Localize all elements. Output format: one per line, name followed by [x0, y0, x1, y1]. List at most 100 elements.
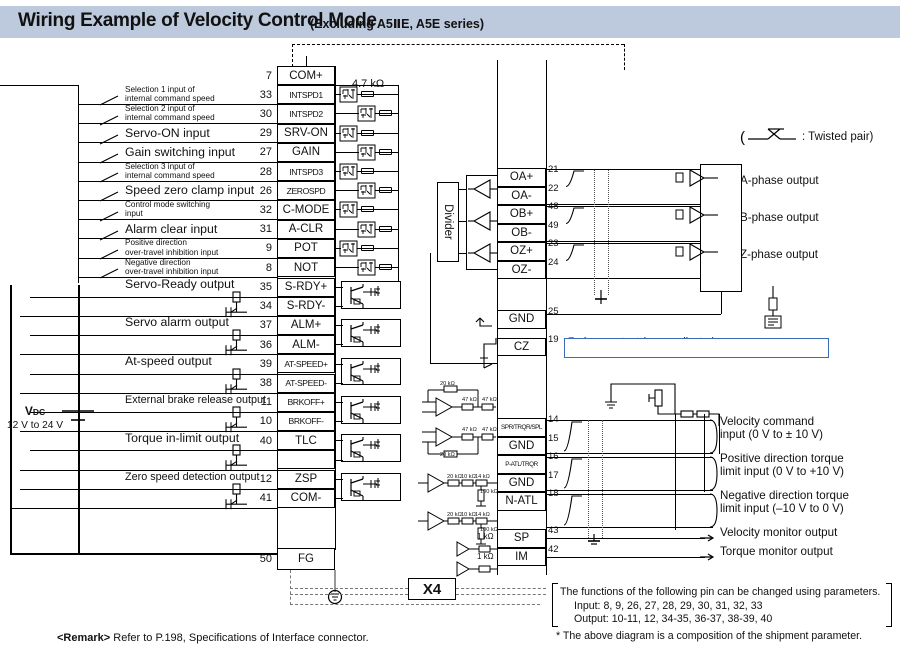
input-pin-not: NOT	[277, 258, 335, 278]
resistor-20k-label-a: 20 kΩ	[440, 381, 455, 387]
parameter-note-box: The functions of the following pin can b…	[560, 586, 880, 627]
twisted-pair-icon	[563, 421, 582, 452]
divider-wire-b	[459, 221, 467, 222]
vdc-bus-bottom	[10, 553, 285, 555]
cable-shield-d	[456, 588, 546, 589]
photocoupler-icon	[357, 105, 376, 122]
resistor-100k-t1-label: 100 kΩ	[480, 489, 498, 495]
input-pin-c-mode: C-MODE	[277, 200, 335, 220]
encoder-output-label: B-phase output	[740, 211, 819, 224]
input-pin-number: 9	[265, 242, 272, 255]
cz-feed-line	[430, 253, 431, 363]
gnd-symbol-icon	[475, 317, 492, 327]
gnd-wire	[546, 314, 721, 315]
resistor-47k-label-a: 47 kΩ	[462, 397, 477, 403]
input-pin-zerospd: ZEROSPD	[277, 181, 335, 201]
pot-feed-line-b	[704, 414, 705, 492]
relay-coil-icon	[225, 367, 247, 394]
output-pin-zsp: ZSP	[277, 469, 335, 489]
input-top-feed	[0, 85, 78, 86]
input-switch-icon	[99, 230, 119, 241]
resistor-wire	[357, 171, 398, 172]
pot-feed-line-c	[675, 414, 676, 530]
twisted-pair-icon	[565, 244, 584, 262]
output-pin-row9	[277, 450, 335, 470]
transistor-icon	[350, 437, 380, 462]
input-description: Speed zero clamp input	[125, 183, 255, 198]
line-driver-icons	[468, 179, 498, 263]
photocoupler-wire	[335, 267, 359, 268]
encoder-shield-right	[608, 170, 609, 295]
photocoupler-icon	[357, 144, 376, 161]
input-description: Negative direction over-travel inhibition…	[125, 257, 219, 276]
resistor-wire	[357, 247, 398, 249]
output-description: Servo-Ready output	[125, 277, 235, 291]
output-block-wire-top	[335, 286, 343, 288]
cz-note-box	[564, 338, 829, 358]
input-pin-number: 31	[259, 223, 272, 236]
connector-spine-left	[277, 66, 278, 550]
input-bus-right	[398, 85, 399, 281]
photocoupler-icon	[357, 221, 376, 238]
sp-resistor-label: 1 kΩ	[477, 532, 494, 541]
arrow-icon	[700, 534, 715, 542]
resistor-47k-label-b: 47 kΩ	[482, 397, 497, 403]
pin-cz: CZ	[497, 337, 546, 357]
receiver-amp-icon	[675, 169, 718, 187]
pin-gnd: GND	[497, 310, 546, 329]
photocoupler-icon	[357, 259, 376, 276]
relay-coil-icon	[225, 291, 247, 317]
encoder-wire	[546, 278, 700, 279]
analog-note: Velocity monitor output	[720, 526, 838, 539]
note-bracket-right	[886, 583, 892, 627]
resistor-47k-label-d: 47 kΩ	[482, 427, 497, 433]
resistor-14k-t1-label: 14 kΩ	[475, 474, 490, 480]
input-description: Selection 3 input of internal command spe…	[125, 161, 215, 180]
remark-tag: <Remark>	[57, 632, 111, 644]
analog-note: Velocity command input (0 V to ± 10 V)	[720, 415, 824, 441]
relay-coil-icon	[225, 406, 247, 433]
input-switch-icon	[99, 115, 119, 126]
output-block-wire-bottom	[335, 459, 343, 461]
input-pin-com+: COM+	[277, 66, 335, 86]
output-block-wire-bottom	[335, 497, 343, 499]
resistor-wire	[375, 151, 398, 153]
remark-line: <Remark> Refer to P.198, Specifications …	[57, 632, 369, 644]
divider-wire-c	[459, 253, 467, 254]
encoder-pin-oz: OZ+	[497, 242, 546, 261]
twisted-pair-icon	[565, 170, 584, 188]
input-description: Control mode switching input	[125, 199, 211, 219]
input-pin-number: 29	[259, 127, 272, 140]
transistor-icon	[350, 322, 380, 347]
fg-pin-number: 50	[259, 553, 272, 565]
resistor-10k-t1-label: 10 kΩ	[461, 474, 476, 480]
output-block-wire-bottom	[335, 421, 343, 423]
analog-note: Negative direction torque limit input (–1…	[720, 489, 849, 515]
input-switch-icon	[99, 172, 119, 183]
input-pin-gain: GAIN	[277, 142, 335, 162]
input-pin-intspd1: INTSPD1	[277, 85, 335, 105]
input-pin-number: 30	[259, 107, 272, 120]
relay-coil-icon	[225, 444, 247, 471]
resistor-wire	[375, 113, 398, 115]
encoder-pin-ob: OB-	[497, 223, 546, 242]
output-pin-atspeed: AT-SPEED+	[277, 354, 335, 374]
encoder-pin-oa: OA+	[497, 168, 546, 187]
photocoupler-wire	[335, 151, 359, 153]
input-switch-icon	[99, 134, 119, 145]
fg-pin: FG	[277, 548, 335, 570]
photocoupler-icon	[339, 240, 358, 257]
output-block-wire-bottom	[335, 382, 343, 384]
photocoupler-icon	[357, 182, 376, 199]
output-description: At-speed output	[125, 353, 212, 368]
transistor-icon	[350, 360, 380, 385]
im-resistor-label: 1 kΩ	[477, 552, 494, 561]
dc-source-icon	[62, 410, 94, 421]
encoder-pin-ob: OB+	[497, 205, 546, 224]
cable-shield-e	[456, 594, 546, 595]
encoder-output-label: A-phase output	[740, 174, 819, 187]
encoder-wire	[546, 241, 700, 242]
output-pin-com: COM-	[277, 488, 335, 508]
resistor-14k-t2-label: 14 kΩ	[475, 512, 490, 518]
photocoupler-wire	[335, 113, 359, 115]
